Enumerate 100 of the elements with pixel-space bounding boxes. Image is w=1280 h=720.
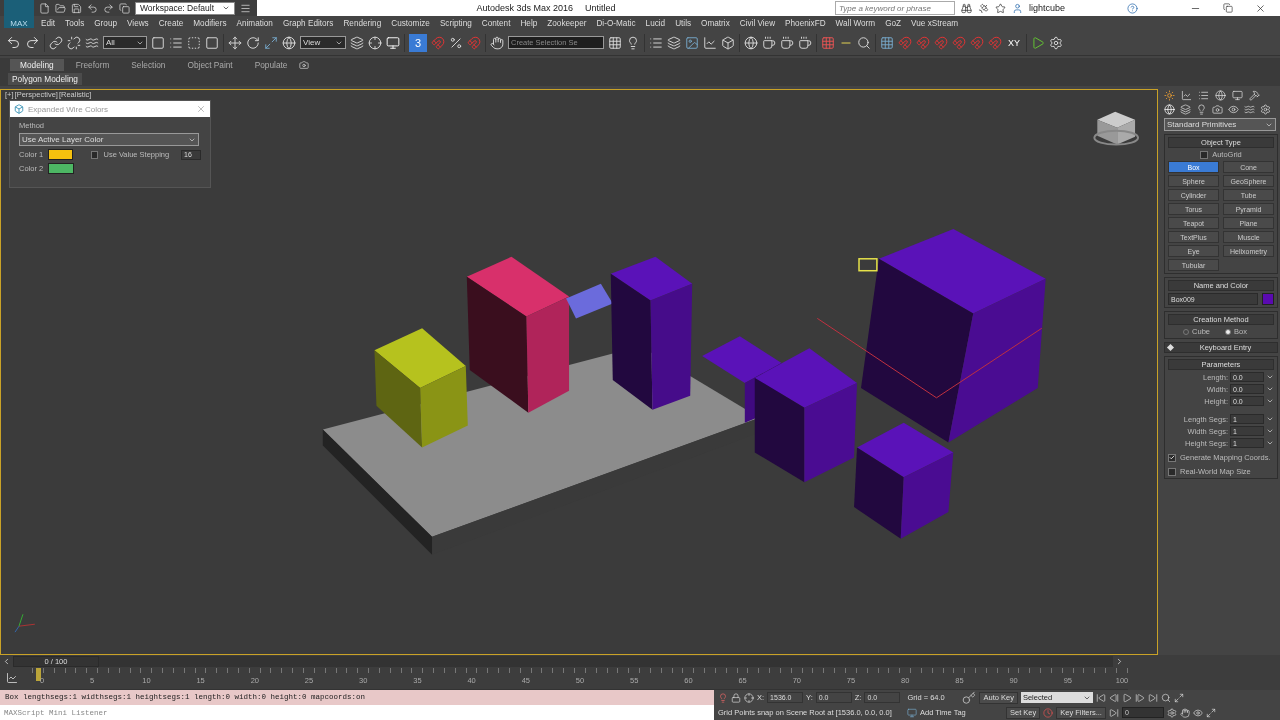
settings-icon[interactable]	[1049, 35, 1063, 50]
create-tab-icon[interactable]	[1164, 90, 1175, 101]
rotate-icon[interactable]	[246, 35, 260, 50]
undo-icon[interactable]	[6, 35, 21, 50]
menu-item[interactable]: Graph Editors	[277, 18, 339, 28]
unlink-icon[interactable]	[67, 35, 81, 50]
menu-item[interactable]: Help	[515, 18, 543, 28]
link-icon[interactable]	[49, 35, 63, 50]
menu-item[interactable]: PhoenixFD	[780, 18, 831, 28]
layer-icon[interactable]	[667, 35, 681, 50]
menu-icon[interactable]	[240, 2, 251, 14]
category-dropdown[interactable]: Standard Primitives	[1164, 118, 1276, 131]
menu-item[interactable]: Zookeeper	[542, 18, 592, 28]
binoculars-icon[interactable]	[960, 2, 972, 14]
caret-icon[interactable]	[222, 4, 230, 12]
method-dropdown[interactable]: Use Active Layer Color	[19, 133, 199, 146]
percent-snap-icon[interactable]	[449, 35, 463, 50]
color-swatch[interactable]	[48, 149, 74, 160]
selection-region-icon[interactable]	[187, 35, 201, 50]
curve-editor-icon[interactable]	[6, 672, 18, 684]
cameras-icon[interactable]	[1212, 104, 1223, 115]
viewcube-icon[interactable]	[1093, 111, 1140, 146]
menu-item[interactable]: Di-O-Matic	[591, 18, 641, 28]
selection-filter-dropdown[interactable]: All	[103, 36, 147, 49]
curve-editor-icon[interactable]	[703, 35, 717, 50]
play-icon[interactable]	[1121, 692, 1132, 703]
lights-icon[interactable]	[1196, 104, 1207, 115]
save-icon[interactable]	[71, 2, 82, 14]
utilities-tab-icon[interactable]	[1249, 90, 1260, 101]
menu-item[interactable]: Civil View	[734, 18, 781, 28]
time-slider-thumb[interactable]	[36, 668, 41, 681]
user-icon[interactable]	[1011, 2, 1023, 14]
color-swatch[interactable]	[48, 163, 75, 174]
menu-item[interactable]: Edit	[36, 18, 61, 28]
select-by-name-icon[interactable]	[169, 35, 183, 50]
lock-icon[interactable]	[731, 692, 741, 703]
checkbox[interactable]	[1168, 453, 1176, 462]
ribbon-tab[interactable]: Object Paint	[177, 59, 243, 71]
waves-icon[interactable]	[85, 35, 99, 50]
snap-toggle-button[interactable]: 3	[409, 33, 427, 52]
scale-icon[interactable]	[264, 35, 278, 50]
checkbox[interactable]	[1200, 150, 1209, 159]
menu-item[interactable]: Animation	[231, 18, 278, 28]
search-field[interactable]: Type a keyword or phrase	[834, 1, 955, 15]
menu-item[interactable]: Group	[89, 18, 122, 28]
restore-icon[interactable]	[1223, 3, 1233, 13]
ribbon-tab[interactable]: Freeform	[65, 59, 120, 71]
menu-item[interactable]: Wall Worm	[830, 18, 881, 28]
next-frame-icon[interactable]	[1134, 692, 1145, 703]
workspace-dropdown[interactable]: Workspace: Default	[135, 1, 235, 15]
menu-item[interactable]: Create	[153, 18, 189, 28]
folder-icon[interactable]	[55, 2, 66, 14]
new-file-icon[interactable]	[39, 2, 50, 14]
pan-icon[interactable]	[1179, 707, 1190, 718]
menu-item[interactable]: Customize	[386, 18, 435, 28]
menu-item[interactable]: Utils	[670, 18, 697, 28]
menu-item[interactable]: Vue xStream	[906, 18, 964, 28]
scene-explorer-icon[interactable]	[649, 35, 663, 50]
maximize-icon[interactable]	[1205, 707, 1216, 718]
menu-item[interactable]: Tools	[60, 18, 90, 28]
satellite-icon[interactable]	[977, 2, 989, 14]
menu-item[interactable]: Lucid	[640, 18, 671, 28]
ribbon-tab[interactable]: Populate	[244, 59, 298, 71]
next-frame-icon[interactable]	[1115, 657, 1124, 666]
ribbon-panel-tab[interactable]: Polygon Modeling	[8, 73, 82, 85]
zoom-icon[interactable]	[1160, 692, 1171, 703]
radio-button[interactable]	[1225, 328, 1231, 335]
checkbox[interactable]	[90, 150, 99, 159]
redo-icon[interactable]	[103, 2, 114, 14]
menu-item[interactable]: Content	[476, 18, 516, 28]
reference-coordinate-dropdown[interactable]: View	[300, 36, 346, 49]
ribbon-tab[interactable]: Selection	[121, 59, 176, 71]
axis-snap-button[interactable]: XY	[1006, 37, 1022, 48]
zoom-extents-icon[interactable]	[1173, 692, 1184, 703]
menu-item[interactable]: GoZ	[880, 18, 907, 28]
menu-item[interactable]: Views	[122, 18, 154, 28]
menu-item[interactable]: Rendering	[338, 18, 387, 28]
ribbon-tab[interactable]: Modeling	[10, 59, 64, 71]
display-tab-icon[interactable]	[1232, 90, 1243, 101]
key-icon[interactable]	[962, 690, 977, 705]
close-icon[interactable]	[1255, 2, 1266, 14]
grid-snap-icon[interactable]	[880, 35, 894, 50]
go-to-start-icon[interactable]	[1095, 692, 1106, 703]
previous-frame-icon[interactable]	[2, 657, 11, 666]
color-swatch[interactable]	[1262, 293, 1274, 305]
grid-icon[interactable]	[821, 35, 835, 50]
undo-icon[interactable]	[87, 2, 98, 14]
redo-icon[interactable]	[25, 35, 40, 50]
menu-item[interactable]: Modifiers	[188, 18, 232, 28]
go-to-end-icon[interactable]	[1147, 692, 1158, 703]
menu-item[interactable]: Scripting	[434, 18, 477, 28]
help-icon[interactable]	[1127, 2, 1138, 14]
move-icon[interactable]	[228, 35, 242, 50]
checkbox[interactable]	[1168, 467, 1176, 476]
user-name[interactable]: lightcube	[1028, 3, 1065, 13]
menu-item[interactable]: Omatrix	[696, 18, 735, 28]
star-icon[interactable]	[994, 2, 1006, 14]
previous-frame-icon[interactable]	[1108, 692, 1119, 703]
expand-icon[interactable]	[1166, 343, 1175, 352]
app-logo[interactable]: MAX	[4, 0, 34, 28]
